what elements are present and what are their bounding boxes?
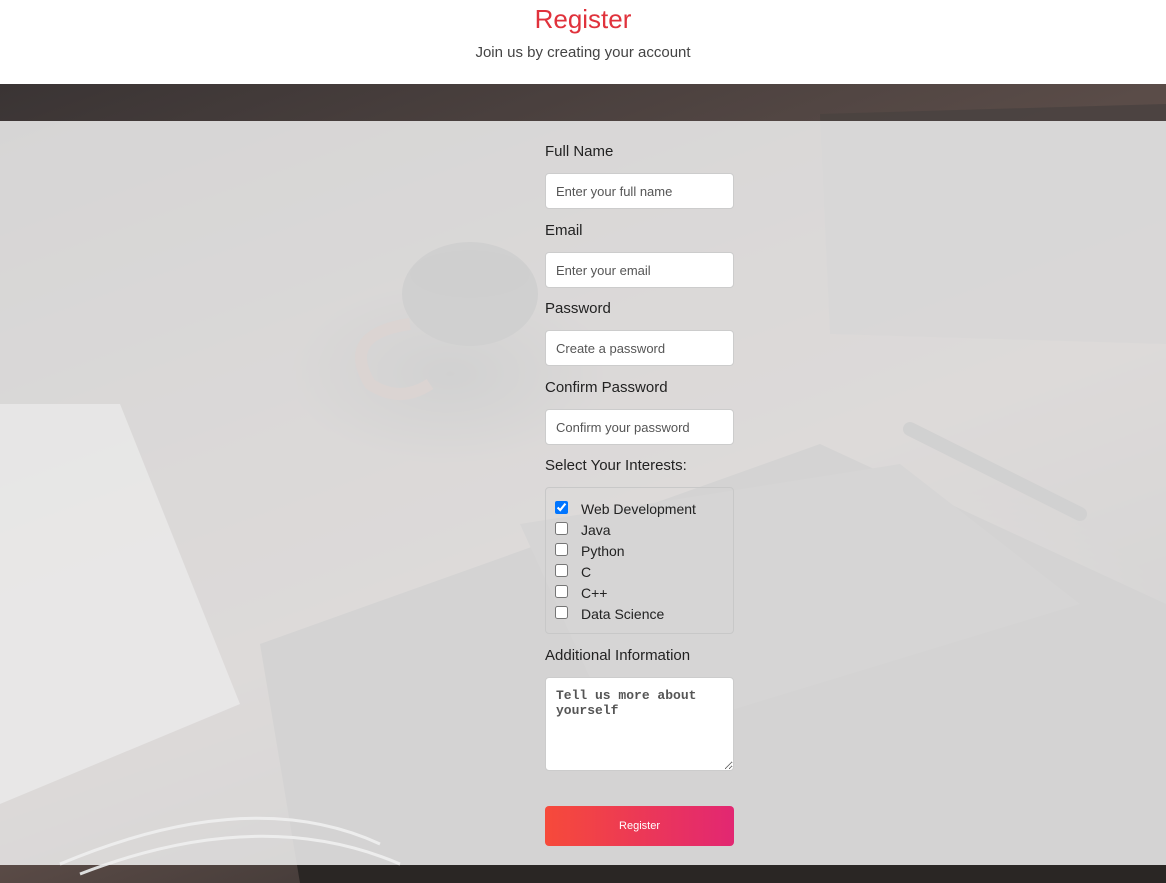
confirm-password-input[interactable]	[545, 409, 734, 445]
email-input[interactable]	[545, 252, 734, 288]
page-subtitle: Join us by creating your account	[475, 44, 691, 61]
additional-info-textarea[interactable]	[545, 677, 734, 771]
interest-label: Data Science	[581, 606, 665, 622]
interest-label: C++	[581, 585, 608, 601]
password-input[interactable]	[545, 330, 734, 366]
interest-label: C	[581, 564, 592, 580]
interests-group: Web Development Java Python C C++ Data S…	[545, 487, 734, 634]
interest-option-data-science[interactable]: Data Science	[555, 606, 730, 626]
page-header: Register Join us by creating your accoun…	[0, 0, 1166, 84]
full-name-label: Full Name	[545, 143, 614, 160]
interest-label: Python	[581, 543, 625, 559]
password-label: Password	[545, 300, 611, 317]
interest-option-python[interactable]: Python	[555, 543, 730, 563]
interest-label: Web Development	[581, 501, 696, 517]
interest-option-cpp[interactable]: C++	[555, 585, 730, 605]
additional-info-label: Additional Information	[545, 647, 691, 664]
register-button[interactable]: Register	[545, 806, 734, 846]
interest-checkbox-c[interactable]	[555, 564, 568, 577]
interest-checkbox-data-science[interactable]	[555, 606, 568, 619]
full-name-input[interactable]	[545, 173, 734, 209]
page-title: Register	[534, 4, 632, 34]
interest-checkbox-web-development[interactable]	[555, 501, 568, 514]
interests-label: Select Your Interests:	[545, 457, 687, 474]
interest-checkbox-python[interactable]	[555, 543, 568, 556]
interest-option-java[interactable]: Java	[555, 522, 730, 542]
confirm-password-label: Confirm Password	[545, 379, 668, 396]
interest-option-c[interactable]: C	[555, 564, 730, 584]
interest-checkbox-java[interactable]	[555, 522, 568, 535]
interest-checkbox-cpp[interactable]	[555, 585, 568, 598]
interest-label: Java	[581, 522, 611, 538]
email-label: Email	[545, 222, 583, 239]
interest-option-web-development[interactable]: Web Development	[555, 501, 730, 521]
